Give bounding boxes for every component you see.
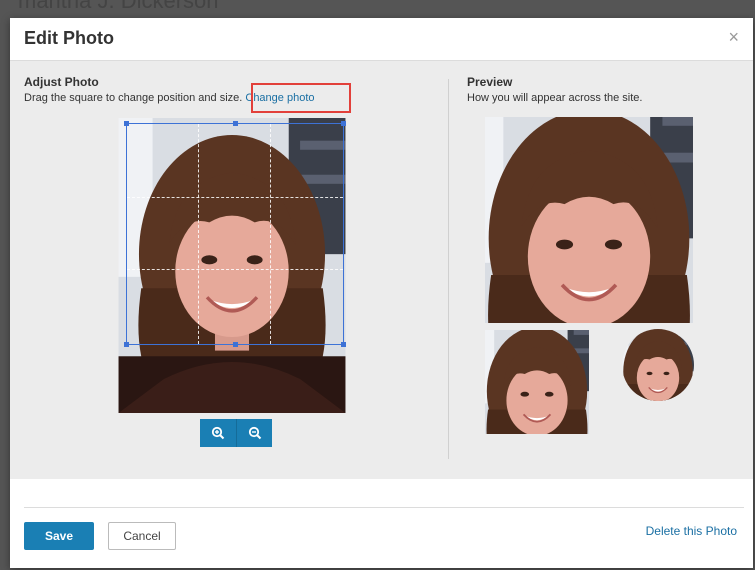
- footer-divider: [24, 507, 744, 508]
- close-icon[interactable]: ×: [728, 28, 739, 46]
- adjust-instructions: Drag the square to change position and s…: [24, 92, 243, 104]
- preview-small-circle-image: [622, 329, 694, 401]
- column-divider: [448, 79, 449, 459]
- crop-grid-line: [127, 269, 343, 271]
- preview-medium-image: [485, 330, 589, 434]
- crop-handle-bottom-left[interactable]: [124, 342, 129, 347]
- zoom-out-button[interactable]: [236, 419, 272, 447]
- adjust-photo-heading: Adjust Photo: [24, 75, 99, 89]
- zoom-controls: [200, 419, 272, 447]
- save-button[interactable]: Save: [24, 522, 94, 550]
- background-profile-name: mantha J. Dickerson: [18, 0, 219, 13]
- crop-handle-bottom-right[interactable]: [341, 342, 346, 347]
- crop-grid-line: [127, 196, 343, 198]
- zoom-in-button[interactable]: [200, 419, 236, 447]
- crop-handle-top-left[interactable]: [124, 121, 129, 126]
- crop-handle-bottom[interactable]: [233, 342, 238, 347]
- preview-description: How you will appear across the site.: [467, 92, 643, 104]
- dialog-header: Edit Photo ×: [10, 18, 753, 61]
- preview-large-image: [485, 117, 693, 323]
- crop-grid-line: [198, 124, 200, 344]
- crop-handle-top[interactable]: [233, 121, 238, 126]
- edit-photo-dialog: Edit Photo × Adjust Photo Drag the squar…: [10, 18, 753, 568]
- crop-square[interactable]: [124, 121, 346, 347]
- dialog-title: Edit Photo: [24, 28, 114, 48]
- zoom-out-icon: [248, 426, 261, 440]
- dialog-body: Adjust Photo Drag the square to change p…: [10, 61, 753, 479]
- highlight-annotation: [251, 83, 351, 113]
- crop-grid-line: [269, 124, 271, 344]
- cancel-button[interactable]: Cancel: [108, 522, 176, 550]
- crop-handle-top-right[interactable]: [341, 121, 346, 126]
- zoom-in-icon: [211, 426, 225, 440]
- preview-heading: Preview: [467, 75, 513, 89]
- delete-photo-link[interactable]: Delete this Photo: [646, 524, 737, 538]
